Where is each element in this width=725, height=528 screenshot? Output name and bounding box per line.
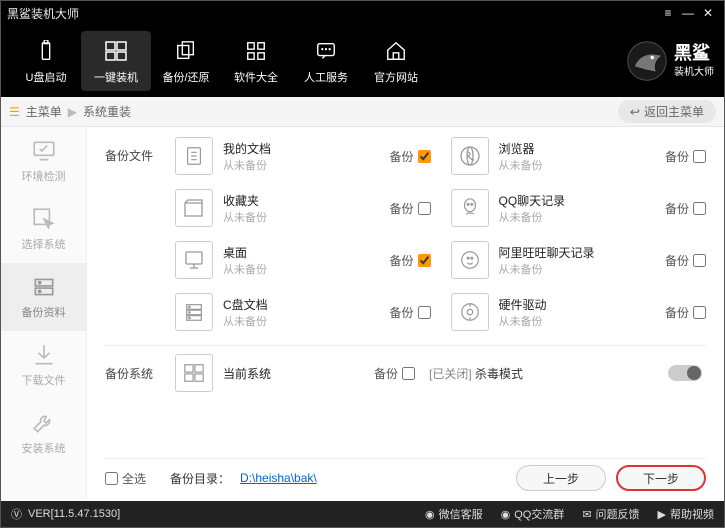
nav-usb[interactable]: U盘启动 (11, 31, 81, 91)
windows-icon (102, 37, 130, 65)
step-detect[interactable]: 环境检测 (1, 127, 86, 195)
entry-sub: 从未备份 (223, 157, 379, 173)
prev-button[interactable]: 上一步 (516, 465, 606, 491)
drive-icon (31, 274, 57, 300)
menu-icon[interactable]: ≡ (658, 6, 678, 20)
list-icon: ☰ (9, 105, 20, 119)
home-icon (382, 37, 410, 65)
grid-icon (242, 37, 270, 65)
entry-sub: 从未备份 (499, 261, 655, 277)
backup-dir-link[interactable]: D:\heisha\bak\ (240, 471, 317, 485)
entry-checkbox[interactable]: 备份 (389, 304, 430, 321)
entry-title: 我的文档 (223, 140, 379, 157)
version-text: VER[11.5.47.1530] (28, 508, 120, 520)
select-all-checkbox[interactable]: 全选 (105, 470, 146, 487)
backup-entry: 浏览器从未备份备份 (451, 137, 707, 175)
section-system-label: 备份系统 (105, 365, 165, 382)
entry-title: 阿里旺旺聊天记录 (499, 244, 655, 261)
entry-sub: 从未备份 (223, 209, 379, 225)
entry-icon (175, 293, 213, 331)
download-icon (31, 342, 57, 368)
entry-title: 浏览器 (499, 140, 655, 157)
entry-sub: 从未备份 (499, 209, 655, 225)
top-nav: U盘启动 一键装机 备份/还原 软件大全 人工服务 官方网站 黑鲨 装机大师 (1, 25, 724, 97)
system-entry-title: 当前系统 (223, 365, 364, 382)
breadcrumb: ☰ 主菜单 ▶ 系统重装 ↩ 返回主菜单 (1, 97, 724, 127)
copy-icon (172, 37, 200, 65)
backup-entry: 桌面从未备份备份 (175, 241, 431, 279)
status-feedback[interactable]: ✉ 问题反馈 (582, 506, 639, 522)
entry-icon (175, 137, 213, 175)
step-download[interactable]: 下载文件 (1, 331, 86, 399)
entry-sub: 从未备份 (499, 157, 655, 173)
entry-checkbox[interactable]: 备份 (665, 148, 706, 165)
entry-title: 桌面 (223, 244, 379, 261)
entry-icon (451, 189, 489, 227)
shark-icon (626, 40, 668, 82)
back-icon: ↩ (630, 105, 640, 119)
entry-sub: 从未备份 (223, 313, 379, 329)
entry-checkbox[interactable]: 备份 (665, 252, 706, 269)
usb-icon (32, 37, 60, 65)
section-files-label: 备份文件 (105, 137, 165, 331)
nav-apps[interactable]: 软件大全 (221, 31, 291, 91)
brand-logo: 黑鲨 装机大师 (626, 40, 714, 82)
nav-site[interactable]: 官方网站 (361, 31, 431, 91)
crumb-root[interactable]: 主菜单 (26, 103, 62, 120)
entry-title: 硬件驱动 (499, 296, 655, 313)
backup-entry: 阿里旺旺聊天记录从未备份备份 (451, 241, 707, 279)
crumb-current: 系统重装 (83, 103, 131, 120)
entry-sub: 从未备份 (499, 313, 655, 329)
backup-entry: 硬件驱动从未备份备份 (451, 293, 707, 331)
chat-icon (312, 37, 340, 65)
step-sidebar: 环境检测 选择系统 备份资料 下载文件 安装系统 (1, 127, 87, 501)
system-icon (175, 354, 213, 392)
back-button[interactable]: ↩ 返回主菜单 (618, 100, 716, 123)
monitor-check-icon (31, 138, 57, 164)
kill-mode-toggle[interactable] (668, 365, 702, 381)
minimize-icon[interactable]: — (678, 6, 698, 20)
system-backup-checkbox[interactable]: 备份 (374, 365, 415, 382)
cursor-icon (31, 206, 57, 232)
status-bar: Ⓥ VER[11.5.47.1530] ◉ 微信客服 ◉ QQ交流群 ✉ 问题反… (1, 501, 724, 527)
entry-checkbox[interactable]: 备份 (389, 200, 430, 217)
entry-checkbox[interactable]: 备份 (389, 148, 430, 165)
status-qq[interactable]: ◉ QQ交流群 (501, 506, 565, 522)
entry-icon (451, 241, 489, 279)
entry-icon (175, 189, 213, 227)
step-select[interactable]: 选择系统 (1, 195, 86, 263)
backup-entry: QQ聊天记录从未备份备份 (451, 189, 707, 227)
entry-title: 收藏夹 (223, 192, 379, 209)
wrench-icon (31, 410, 57, 436)
nav-support[interactable]: 人工服务 (291, 31, 361, 91)
status-help[interactable]: ▶ 帮助视频 (658, 506, 714, 522)
entry-icon (451, 137, 489, 175)
entry-sub: 从未备份 (223, 261, 379, 277)
version-icon: Ⓥ (11, 506, 22, 522)
backup-entry: 收藏夹从未备份备份 (175, 189, 431, 227)
backup-entry: 我的文档从未备份备份 (175, 137, 431, 175)
entry-icon (175, 241, 213, 279)
entry-title: C盘文档 (223, 296, 379, 313)
entry-title: QQ聊天记录 (499, 192, 655, 209)
next-button[interactable]: 下一步 (616, 465, 706, 491)
backup-dir-label: 备份目录： (170, 470, 230, 487)
entry-icon (451, 293, 489, 331)
status-wechat[interactable]: ◉ 微信客服 (425, 506, 483, 522)
entry-checkbox[interactable]: 备份 (389, 252, 430, 269)
backup-entry: C盘文档从未备份备份 (175, 293, 431, 331)
step-backup[interactable]: 备份资料 (1, 263, 86, 331)
kill-mode-label: [已关闭] 杀毒模式 (429, 365, 523, 382)
nav-oneclick[interactable]: 一键装机 (81, 31, 151, 91)
nav-backup[interactable]: 备份/还原 (151, 31, 221, 91)
step-install[interactable]: 安装系统 (1, 399, 86, 467)
entry-checkbox[interactable]: 备份 (665, 304, 706, 321)
app-title: 黑鲨装机大师 (7, 5, 79, 22)
entry-checkbox[interactable]: 备份 (665, 200, 706, 217)
close-icon[interactable]: ✕ (698, 6, 718, 20)
